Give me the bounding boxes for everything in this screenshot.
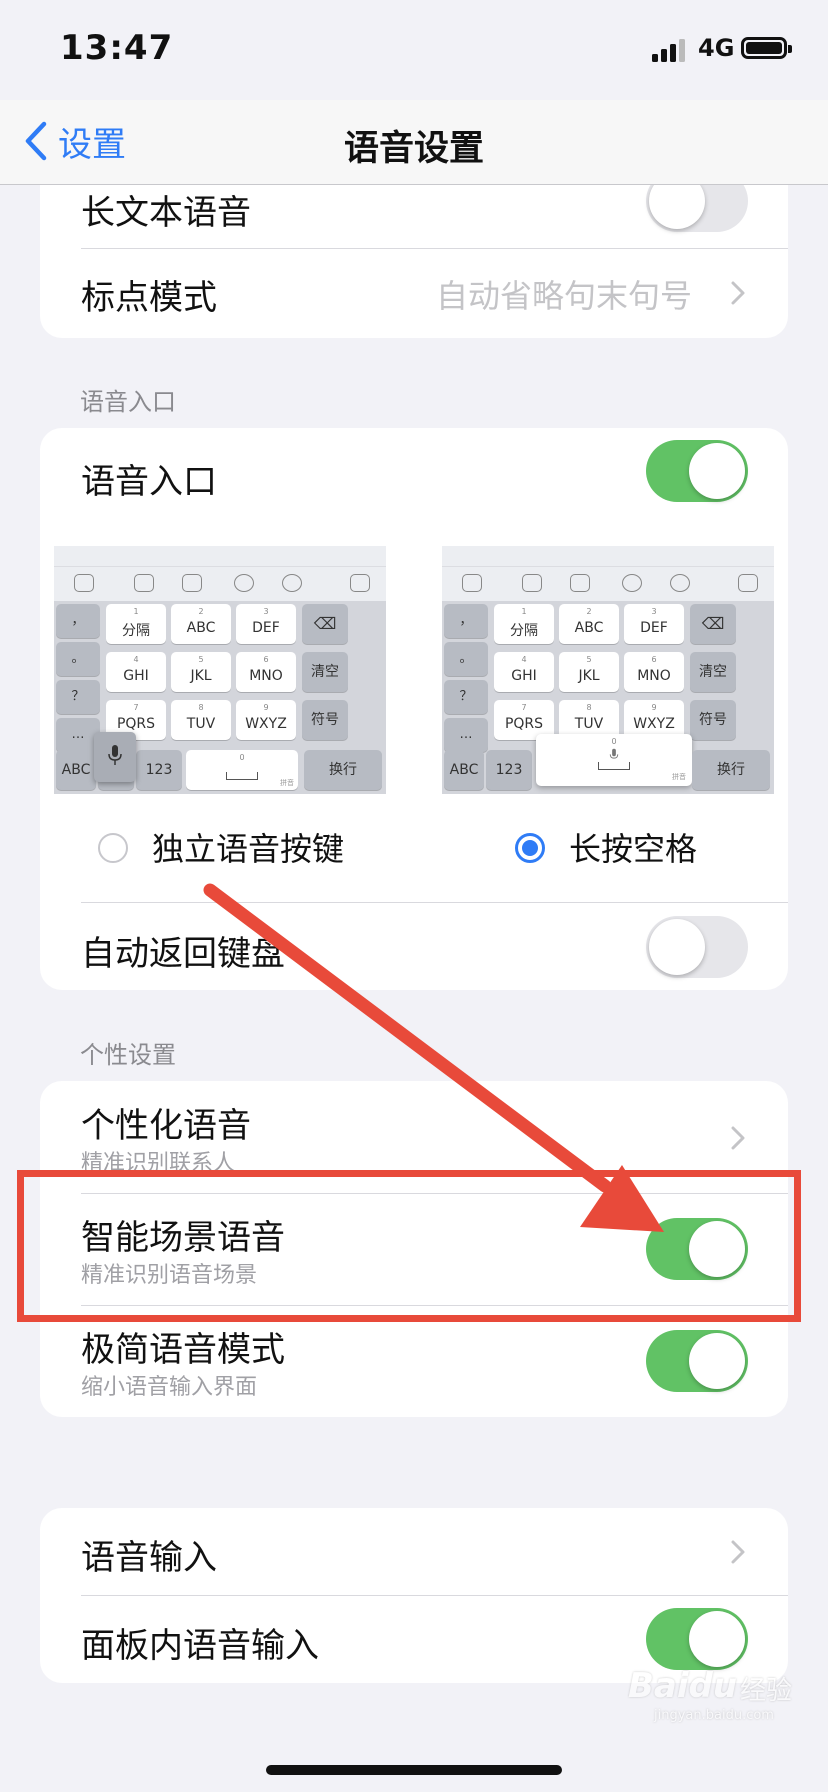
- option-standalone-label: 独立语音按键: [152, 830, 345, 868]
- long-text-toggle[interactable]: [646, 185, 748, 232]
- baidu-watermark: Baidu 经验 jingyan.baidu.com: [628, 1666, 793, 1723]
- space-key-pressed: 0 拼音: [536, 734, 692, 786]
- voice-input-row[interactable]: 语音输入: [40, 1508, 788, 1595]
- punct-key: …: [444, 718, 488, 752]
- option-standalone-voice-key[interactable]: 独立语音按键: [98, 816, 398, 880]
- chevron-right-icon: [731, 281, 745, 305]
- section-title-voice-entry: 语音入口: [80, 388, 176, 416]
- chevron-right-icon: [731, 1540, 745, 1564]
- page-title: 语音设置: [343, 129, 484, 169]
- panel-voice-input-label: 面板内语音输入: [81, 1626, 319, 1666]
- clear-key: 清空: [690, 652, 736, 692]
- voice-entry-card: 语音入口 ，。？… 1 分隔 2 ABC 3 DEF 4 GHI 5 JKL 6 MNO 7 PQRS 8 TU…: [40, 428, 788, 990]
- keypad-key: 1 分隔: [494, 604, 554, 644]
- microphone-icon: [108, 745, 122, 765]
- voice-entry-label: 语音入口: [81, 462, 217, 502]
- divider: [81, 902, 788, 903]
- section-title-personal: 个性设置: [80, 1041, 176, 1069]
- toolbar-icon: [522, 574, 542, 592]
- keyboard-preview-standalone[interactable]: ，。？… 1 分隔 2 ABC 3 DEF 4 GHI 5 JKL 6 MNO 7 PQRS 8 TUV 9 WXY…: [54, 546, 386, 794]
- toolbar-icon: [74, 574, 94, 592]
- enter-key: 换行: [692, 750, 770, 790]
- punct-label: 标点模式: [81, 278, 217, 318]
- num-key: 123: [136, 750, 182, 790]
- keypad-key: 6 MNO: [624, 652, 684, 692]
- toolbar-icon: [738, 574, 758, 592]
- keypad-key: 9 WXYZ: [236, 700, 296, 740]
- text-settings-card: 长文本语音 标点模式 自动省略句末句号: [40, 185, 788, 338]
- keyboard-top-bar: [54, 546, 386, 566]
- mic-popup-key: [94, 732, 136, 782]
- chevron-right-icon: [731, 1126, 745, 1150]
- toolbar-icon: [570, 574, 590, 592]
- option-long-press-label: 长按空格: [569, 830, 698, 868]
- keyboard-toolbar: [54, 566, 386, 601]
- keypad-key: 5 JKL: [559, 652, 619, 692]
- keypad-key: 5 JKL: [171, 652, 231, 692]
- punct-key: 。: [56, 642, 100, 676]
- keypad-key: 6 MNO: [236, 652, 296, 692]
- radio-standalone[interactable]: [98, 833, 128, 863]
- network-type: 4G: [698, 34, 735, 62]
- annotation-highlight-box: [17, 1170, 801, 1322]
- toolbar-icon: [622, 574, 642, 592]
- auto-return-label: 自动返回键盘: [81, 934, 285, 974]
- clear-key: 清空: [302, 652, 348, 692]
- toolbar-icon: [670, 574, 690, 592]
- long-text-label: 长文本语音: [81, 193, 251, 233]
- backspace-key: ⌫: [302, 604, 348, 644]
- keypad-key: 4 GHI: [106, 652, 166, 692]
- microphone-icon: [609, 748, 619, 759]
- keypad-key: 8 TUV: [171, 700, 231, 740]
- symbol-key: 符号: [302, 700, 348, 740]
- backspace-key: ⌫: [690, 604, 736, 644]
- voice-entry-toggle[interactable]: [646, 440, 748, 502]
- punct-key: ？: [56, 680, 100, 714]
- minimal-voice-mode-label: 极简语音模式: [81, 1330, 285, 1370]
- personalized-voice-label: 个性化语音: [81, 1106, 251, 1146]
- voice-input-card: 语音输入 面板内语音输入: [40, 1508, 788, 1683]
- auto-return-toggle[interactable]: [646, 916, 748, 978]
- abc-key: ABC: [444, 750, 484, 790]
- keyboard-toolbar: [442, 566, 774, 601]
- num-key: 123: [486, 750, 532, 790]
- punct-key: ？: [444, 680, 488, 714]
- keypad-key: 4 GHI: [494, 652, 554, 692]
- keypad-key: 2 ABC: [171, 604, 231, 644]
- status-time: 13:47: [60, 28, 174, 68]
- keypad-key: 3 DEF: [236, 604, 296, 644]
- punctuation-mode-row[interactable]: 标点模式 自动省略句末句号: [40, 249, 788, 338]
- keypad-key: 2 ABC: [559, 604, 619, 644]
- punct-key: 。: [444, 642, 488, 676]
- minimal-voice-mode-toggle[interactable]: [646, 1330, 748, 1392]
- toolbar-icon: [182, 574, 202, 592]
- punct-key: ，: [444, 604, 488, 638]
- keyboard-top-bar: [442, 546, 774, 566]
- keyboard-preview-longpress[interactable]: ，。？… 1 分隔 2 ABC 3 DEF 4 GHI 5 JKL 6 MNO 7 PQRS 8 TUV 9 WXY…: [442, 546, 774, 794]
- cellular-signal-icon: [652, 39, 685, 62]
- symbol-key: 符号: [690, 700, 736, 740]
- space-key: 0 拼音: [186, 750, 298, 790]
- toolbar-icon: [234, 574, 254, 592]
- punct-value: 自动省略句末句号: [436, 277, 693, 315]
- minimal-voice-mode-sub: 缩小语音输入界面: [81, 1375, 258, 1400]
- option-long-press-space[interactable]: 长按空格: [515, 816, 755, 880]
- divider: [81, 1595, 788, 1596]
- voice-input-label: 语音输入: [81, 1538, 217, 1578]
- toolbar-icon: [282, 574, 302, 592]
- toolbar-icon: [462, 574, 482, 592]
- abc-key: ABC: [56, 750, 96, 790]
- keypad-key: 1 分隔: [106, 604, 166, 644]
- enter-key: 换行: [304, 750, 382, 790]
- keypad-key: 3 DEF: [624, 604, 684, 644]
- toolbar-icon: [350, 574, 370, 592]
- home-indicator: [266, 1765, 562, 1775]
- toolbar-icon: [134, 574, 154, 592]
- punct-key: ，: [56, 604, 100, 638]
- radio-long-press[interactable]: [515, 833, 545, 863]
- battery-icon: [741, 37, 792, 59]
